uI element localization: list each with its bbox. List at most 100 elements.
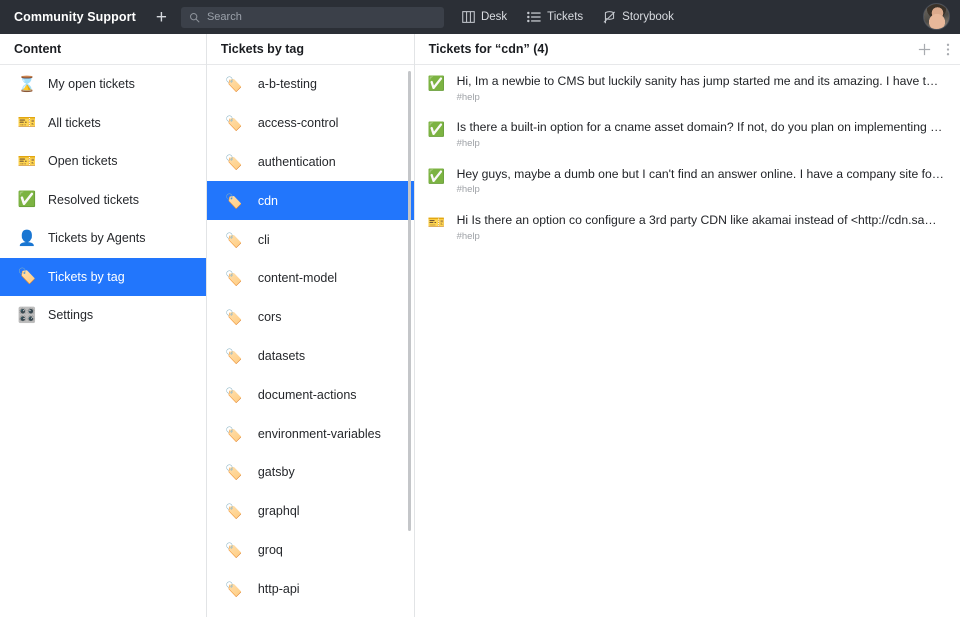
- ticket-body: Is there a built-in option for a cname a…: [457, 120, 944, 149]
- tag-icon: 🏷️: [223, 155, 245, 169]
- content-list: ⌛My open tickets 🎫 All tickets 🎫 Open ticket…: [0, 65, 206, 617]
- tag-item-label: cli: [258, 233, 270, 247]
- tag-icon: 🏷️: [223, 504, 245, 518]
- ticket-list: ✅ Hi, Im a newbie to CMS but luckily sani…: [415, 65, 960, 617]
- main-body: Content ⌛My open tickets 🎫 All tickets 🎫 Ope…: [0, 34, 960, 617]
- avatar[interactable]: [923, 3, 950, 30]
- check-mark-icon: ✅: [427, 75, 447, 93]
- app-title: Community Support: [14, 10, 136, 24]
- ticket-body: Hey guys, maybe a dumb one but I can't f…: [457, 167, 944, 196]
- tag-item-document-actions[interactable]: 🏷️ document-actions: [207, 375, 414, 414]
- kebab-menu-icon[interactable]: [946, 42, 950, 57]
- tag-icon: 🏷️: [223, 349, 245, 363]
- ticket-icon: 🎫: [427, 214, 447, 232]
- nav-item-tickets[interactable]: Tickets: [527, 11, 583, 23]
- tag-icon: 🏷️: [223, 465, 245, 479]
- ticket-subject: Hey guys, maybe a dumb one but I can't f…: [457, 167, 944, 183]
- tag-item-label: gatsby: [258, 465, 295, 479]
- tags-panel-title: Tickets by tag: [207, 34, 414, 65]
- ticket-tag: #help: [457, 184, 944, 195]
- ticket-tag: #help: [457, 231, 944, 242]
- sidebar-item-label: All tickets: [48, 116, 101, 130]
- tag-list: 🏷️a-b-testing🏷️access-control🏷️authentic…: [207, 65, 414, 617]
- nav-item-label: Tickets: [547, 11, 583, 23]
- tag-icon: 🏷️: [223, 388, 245, 402]
- tag-icon: 🏷️: [223, 271, 245, 285]
- ticket-row[interactable]: ✅ Hey guys, maybe a dumb one but I can't …: [415, 158, 960, 204]
- tag-item-authentication[interactable]: 🏷️ authentication: [207, 143, 414, 182]
- tag-icon: 🏷️: [223, 194, 245, 208]
- tickets-panel: Tickets for “cdn” (4) ✅ Hi, Im a newbie t…: [415, 34, 960, 617]
- tag-item-label: datasets: [258, 349, 305, 363]
- tag-item-label: groq: [258, 543, 283, 557]
- ticket-icon: 🎫: [16, 154, 38, 169]
- list-icon: [527, 11, 541, 23]
- sidebar-item-all-tickets[interactable]: 🎫 All tickets: [0, 104, 206, 143]
- tag-item-label: authentication: [258, 155, 336, 169]
- nav-item-label: Storybook: [622, 11, 674, 23]
- tag-item-label: content-model: [258, 271, 337, 285]
- check-mark-icon: ✅: [427, 168, 447, 186]
- control-knobs-icon: 🎛️: [16, 308, 38, 323]
- tags-panel: Tickets by tag 🏷️a-b-testing🏷️access-con…: [207, 34, 415, 617]
- search-input[interactable]: [207, 11, 436, 23]
- tag-item-cors[interactable]: 🏷️cors: [207, 298, 414, 337]
- sidebar-item-settings[interactable]: 🎛️ Settings: [0, 296, 206, 335]
- tag-item-cli[interactable]: 🏷️ cli: [207, 220, 414, 259]
- nav-item-label: Desk: [481, 11, 507, 23]
- sidebar-item-tickets-by-agents[interactable]: 👤 Tickets by Agents: [0, 219, 206, 258]
- tag-icon: 🏷️: [223, 427, 245, 441]
- tag-item-label: access-control: [258, 116, 339, 130]
- tag-item-datasets[interactable]: 🏷️ datasets: [207, 337, 414, 376]
- check-mark-icon: ✅: [427, 121, 447, 139]
- sidebar-item-label: Open tickets: [48, 154, 117, 168]
- ticket-row[interactable]: ✅ Hi, Im a newbie to CMS but luckily sani…: [415, 65, 960, 111]
- search-field[interactable]: [181, 7, 444, 28]
- sidebar-item-label: Tickets by Agents: [48, 231, 146, 245]
- tag-item-label: graphql: [258, 504, 300, 518]
- content-panel-title: Content: [0, 34, 206, 65]
- ticket-row[interactable]: 🎫 Hi Is there an option co configure a 3r…: [415, 204, 960, 250]
- sidebar-item-open-tickets[interactable]: 🎫 Open tickets: [0, 142, 206, 181]
- sidebar-item-label: Settings: [48, 308, 93, 322]
- tickets-panel-header: Tickets for “cdn” (4): [415, 34, 960, 65]
- sidebar-item-my-open-tickets[interactable]: ⌛My open tickets: [0, 65, 206, 104]
- tag-item-environment-variables[interactable]: 🏷️ environment-variables: [207, 414, 414, 453]
- tag-item-cdn[interactable]: 🏷️cdn: [207, 181, 414, 220]
- tag-item-gatsby[interactable]: 🏷️ gatsby: [207, 453, 414, 492]
- ticket-row[interactable]: ✅ Is there a built-in option for a cname …: [415, 111, 960, 157]
- columns-icon: [462, 11, 475, 23]
- plus-icon[interactable]: [917, 42, 932, 57]
- tag-item-content-model[interactable]: 🏷️ content-model: [207, 259, 414, 298]
- tag-list-scrollbar[interactable]: [408, 71, 411, 531]
- nav-item-storybook[interactable]: Storybook: [603, 11, 674, 24]
- ticket-tag: #help: [457, 92, 944, 103]
- tag-item-label: a-b-testing: [258, 77, 317, 91]
- tag-icon: 🏷️: [16, 269, 38, 284]
- tag-icon: 🏷️: [223, 77, 245, 91]
- tag-item-label: http-api: [258, 582, 300, 596]
- person-icon: 👤: [16, 231, 38, 246]
- tag-item-label: document-actions: [258, 388, 357, 402]
- tag-item-groq[interactable]: 🏷️groq: [207, 531, 414, 570]
- ticket-tag: #help: [457, 138, 944, 149]
- tag-item-label: environment-variables: [258, 427, 381, 441]
- tag-item-graphql[interactable]: 🏷️ graphql: [207, 492, 414, 531]
- tag-item-access-control[interactable]: 🏷️access-control: [207, 104, 414, 143]
- ticket-body: Hi, Im a newbie to CMS but luckily sanit…: [457, 74, 944, 103]
- add-new-button[interactable]: +: [156, 8, 167, 27]
- hourglass-icon: ⌛: [16, 77, 38, 92]
- top-nav: Desk Tickets Storybook: [462, 11, 694, 24]
- storybook-flag-icon: [603, 11, 616, 24]
- ticket-icon: 🎫: [16, 115, 38, 130]
- nav-item-desk[interactable]: Desk: [462, 11, 507, 23]
- sidebar-item-label: Tickets by tag: [48, 270, 125, 284]
- tag-icon: 🏷️: [223, 310, 245, 324]
- ticket-subject: Hi Is there an option co configure a 3rd…: [457, 213, 944, 229]
- tag-item-a-b-testing[interactable]: 🏷️ a-b-testing: [207, 65, 414, 104]
- ticket-body: Hi Is there an option co configure a 3rd…: [457, 213, 944, 242]
- sidebar-item-tickets-by-tag[interactable]: 🏷️ Tickets by tag: [0, 258, 206, 297]
- sidebar-item-resolved-tickets[interactable]: ✅Resolved tickets: [0, 181, 206, 220]
- tag-item-http-api[interactable]: 🏷️http-api: [207, 569, 414, 608]
- tag-icon: 🏷️: [223, 233, 245, 247]
